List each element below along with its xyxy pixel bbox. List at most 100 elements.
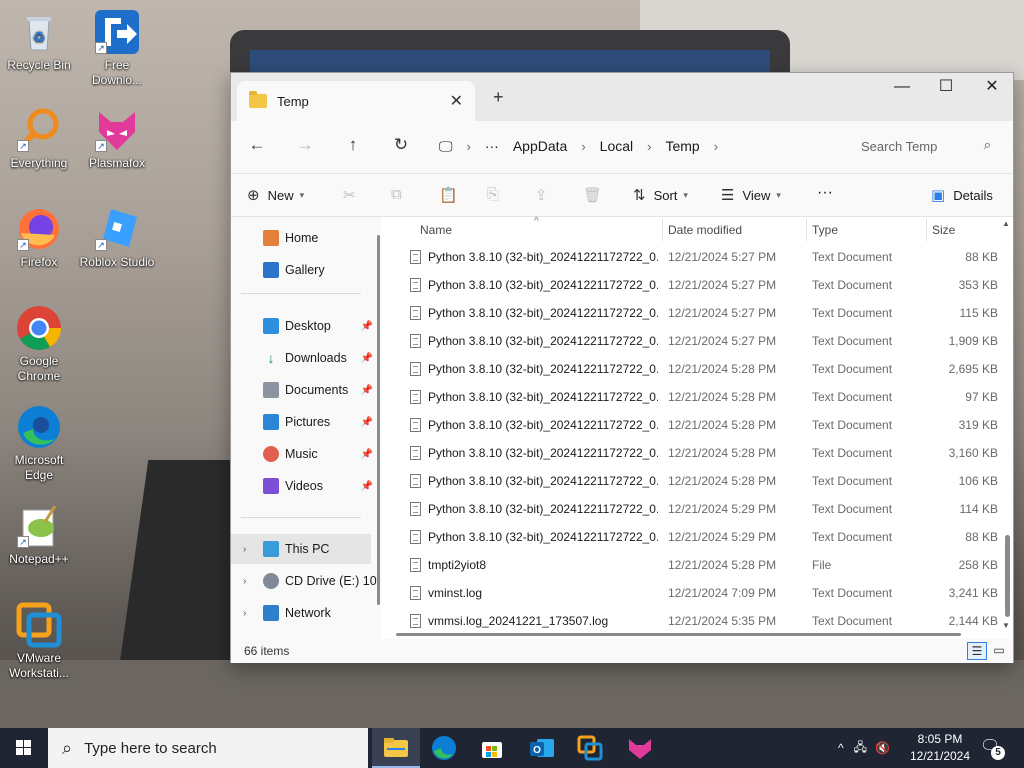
nav-divider bbox=[241, 517, 361, 518]
taskbar-plasmafox[interactable] bbox=[616, 728, 664, 768]
nav-item-network[interactable]: › Network bbox=[231, 598, 371, 628]
taskbar-vmware[interactable] bbox=[566, 728, 614, 768]
file-row[interactable]: Python 3.8.10 (32-bit)_20241221172722_0.… bbox=[386, 439, 998, 467]
details-view-button[interactable]: ☰ bbox=[967, 642, 987, 660]
file-row[interactable]: Python 3.8.10 (32-bit)_20241221172722_0.… bbox=[386, 411, 998, 439]
desktop-icon-roblox-studio[interactable]: ↗ Roblox Studio bbox=[78, 205, 156, 270]
more-locations-icon[interactable]: ··· bbox=[485, 138, 499, 154]
delete-button[interactable]: 🗑 bbox=[583, 186, 602, 204]
file-type: Text Document bbox=[812, 586, 893, 600]
file-row[interactable]: vminst.log 12/21/2024 7:09 PM Text Documen… bbox=[386, 579, 998, 607]
column-header-type[interactable]: Type bbox=[812, 217, 838, 243]
scroll-up-icon[interactable]: ▲ bbox=[1002, 219, 1010, 228]
nav-item-pictures[interactable]: Pictures 📌 bbox=[263, 407, 375, 437]
rename-button[interactable]: ⎘ bbox=[487, 186, 499, 203]
column-divider[interactable] bbox=[806, 219, 807, 241]
desktop-icon-label: Notepad++ bbox=[9, 552, 69, 566]
nav-item-documents[interactable]: Documents 📌 bbox=[263, 375, 375, 405]
file-type: Text Document bbox=[812, 362, 893, 376]
file-row[interactable]: Python 3.8.10 (32-bit)_20241221172722_0.… bbox=[386, 327, 998, 355]
taskbar-file-explorer[interactable] bbox=[372, 728, 420, 768]
text-document-icon bbox=[410, 530, 421, 544]
share-button[interactable]: ⇪ bbox=[535, 186, 548, 204]
view-button[interactable]: ☰ View ▾ bbox=[721, 186, 781, 204]
nav-item-label: Pictures bbox=[285, 415, 331, 429]
file-row[interactable]: tmpti2yiot8 12/21/2024 5:28 PM File 258 KB bbox=[386, 551, 998, 579]
scroll-down-icon[interactable]: ▼ bbox=[1002, 621, 1010, 630]
file-row[interactable]: Python 3.8.10 (32-bit)_20241221172722_0.… bbox=[386, 523, 998, 551]
volume-muted-icon[interactable]: 🔇 bbox=[875, 741, 890, 755]
notification-center-button[interactable]: 🗨 5 bbox=[980, 736, 1006, 760]
file-row[interactable]: vmmsi.log_20241221_173507.log 12/21/2024 … bbox=[386, 607, 998, 635]
nav-item-videos[interactable]: Videos 📌 bbox=[263, 471, 375, 501]
file-date: 12/21/2024 5:27 PM bbox=[668, 278, 777, 292]
minimize-button[interactable]: — bbox=[879, 73, 925, 105]
new-tab-button[interactable]: + bbox=[493, 87, 504, 108]
column-header-date[interactable]: Date modified bbox=[668, 217, 742, 243]
show-hidden-icons-chevron-icon[interactable]: ^ bbox=[838, 741, 844, 755]
desktop-icon-everything[interactable]: ↗ Everything bbox=[0, 106, 78, 171]
taskbar-search-input[interactable]: ⌕ Type here to search bbox=[48, 728, 368, 768]
forward-button[interactable]: → bbox=[293, 135, 317, 155]
close-window-button[interactable]: ✕ bbox=[969, 73, 1015, 105]
breadcrumb-local[interactable]: Local bbox=[600, 138, 633, 154]
nav-scrollbar[interactable] bbox=[377, 235, 380, 605]
column-header-size[interactable]: Size bbox=[932, 217, 955, 243]
scrollbar-thumb[interactable] bbox=[1005, 535, 1010, 617]
file-row[interactable]: Python 3.8.10 (32-bit)_20241221172722_0.… bbox=[386, 243, 998, 271]
desktop-icon-free-download[interactable]: ↗ Free Downlo... bbox=[78, 8, 156, 88]
file-row[interactable]: Python 3.8.10 (32-bit)_20241221172722_0.… bbox=[386, 495, 998, 523]
refresh-button[interactable]: ↻ bbox=[389, 135, 413, 155]
breadcrumb-appdata[interactable]: AppData bbox=[513, 138, 567, 154]
back-button[interactable]: ← bbox=[245, 135, 269, 155]
chevron-right-icon: › bbox=[713, 138, 719, 154]
desktop-icon-plasmafox[interactable]: ↗ Plasmafox bbox=[78, 106, 156, 171]
text-document-icon bbox=[410, 474, 421, 488]
maximize-button[interactable]: ☐ bbox=[923, 73, 969, 105]
taskbar-microsoft-store[interactable] bbox=[468, 728, 516, 768]
column-divider[interactable] bbox=[662, 219, 663, 241]
address-bar[interactable]: 🖵 › ··· AppData › Local › Temp › bbox=[439, 129, 839, 163]
cut-button[interactable]: ✂ bbox=[343, 186, 356, 204]
nav-item-label: Downloads bbox=[285, 351, 347, 365]
network-status-icon[interactable]: 🖧 bbox=[854, 738, 867, 759]
breadcrumb-temp[interactable]: Temp bbox=[665, 138, 699, 154]
nav-item-downloads[interactable]: ↓ Downloads 📌 bbox=[263, 343, 375, 373]
file-row[interactable]: Python 3.8.10 (32-bit)_20241221172722_0.… bbox=[386, 383, 998, 411]
nav-item-gallery[interactable]: Gallery bbox=[263, 255, 403, 285]
horizontal-scrollbar[interactable] bbox=[396, 633, 961, 636]
more-options-button[interactable]: ··· bbox=[817, 184, 833, 202]
column-divider[interactable] bbox=[926, 219, 927, 241]
desktop-icon-microsoft-edge[interactable]: Microsoft Edge bbox=[0, 403, 78, 483]
file-row[interactable]: Python 3.8.10 (32-bit)_20241221172722_0.… bbox=[386, 467, 998, 495]
vertical-scrollbar[interactable]: ▲ ▼ bbox=[1002, 219, 1011, 633]
nav-item-this-pc[interactable]: › This PC bbox=[231, 534, 371, 564]
desktop-icon-notepad-plus-plus[interactable]: ↗ Notepad++ bbox=[0, 502, 78, 567]
nav-item-cd-drive[interactable]: › CD Drive (E:) 10 bbox=[231, 566, 379, 596]
nav-item-home[interactable]: Home bbox=[263, 223, 403, 253]
tiles-view-button[interactable]: ▭ bbox=[989, 642, 1009, 660]
desktop-icon-vmware-workstation[interactable]: VMware Workstati... bbox=[0, 601, 78, 681]
new-button[interactable]: ⊕ New ▾ bbox=[247, 186, 304, 204]
sort-button[interactable]: ⇅ Sort ▾ bbox=[633, 186, 688, 204]
copy-button[interactable]: ⧉ bbox=[391, 186, 402, 203]
close-tab-icon[interactable]: ✕ bbox=[450, 91, 463, 111]
tab-temp[interactable]: Temp ✕ bbox=[237, 81, 475, 121]
file-row[interactable]: Python 3.8.10 (32-bit)_20241221172722_0.… bbox=[386, 299, 998, 327]
nav-item-desktop[interactable]: Desktop 📌 bbox=[263, 311, 375, 341]
desktop-icon-google-chrome[interactable]: Google Chrome bbox=[0, 304, 78, 384]
column-header-name[interactable]: Name bbox=[420, 217, 452, 243]
desktop-icon-recycle-bin[interactable]: ♻ Recycle Bin bbox=[0, 8, 78, 73]
search-input[interactable]: Search Temp ⌕ bbox=[851, 130, 1001, 162]
file-row[interactable]: Python 3.8.10 (32-bit)_20241221172722_0.… bbox=[386, 355, 998, 383]
file-row[interactable]: Python 3.8.10 (32-bit)_20241221172722_0.… bbox=[386, 271, 998, 299]
details-button[interactable]: ▣ Details bbox=[931, 186, 993, 204]
taskbar-outlook[interactable]: O bbox=[518, 728, 566, 768]
desktop-icon-firefox[interactable]: ↗ Firefox bbox=[0, 205, 78, 270]
start-button[interactable] bbox=[0, 728, 48, 768]
nav-item-music[interactable]: Music 📌 bbox=[263, 439, 375, 469]
taskbar-edge[interactable] bbox=[420, 728, 468, 768]
up-button[interactable]: ↑ bbox=[341, 135, 365, 155]
clock[interactable]: 8:05 PM 12/21/2024 bbox=[906, 731, 974, 765]
paste-button[interactable]: 📋 bbox=[439, 186, 458, 204]
